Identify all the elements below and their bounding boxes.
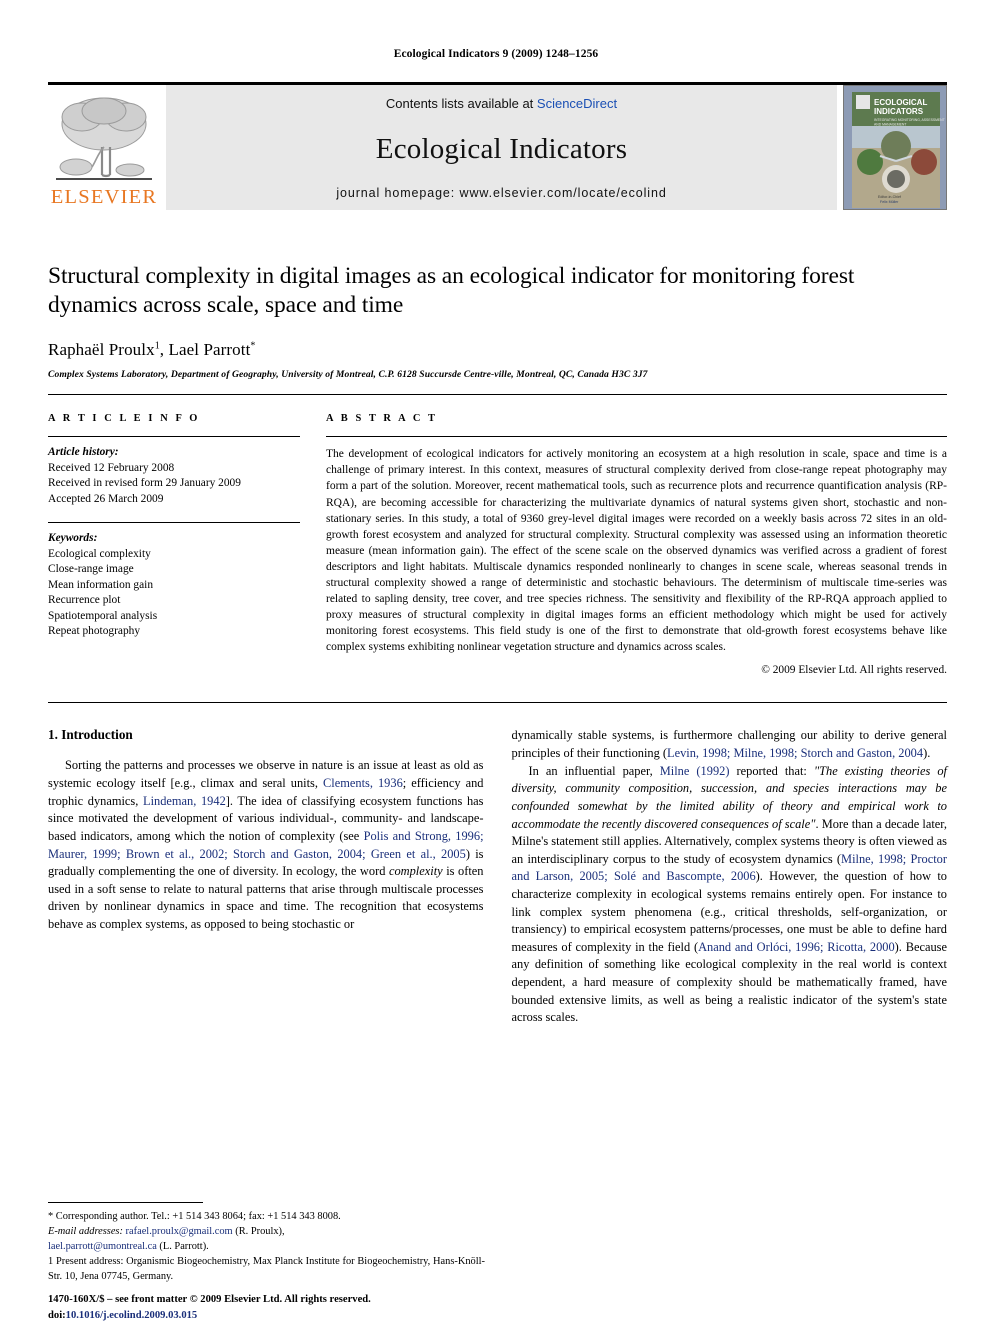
intro-paragraph: In an influential paper, Milne (1992) re…	[511, 763, 948, 1025]
info-abstract-row: A R T I C L E I N F O Article history: R…	[48, 413, 947, 676]
email-link-proulx[interactable]: rafael.proulx@gmail.com	[126, 1226, 233, 1237]
keyword-item: Recurrence plot	[48, 594, 121, 607]
abstract-divider	[48, 702, 947, 704]
elsevier-logo: ELSEVIER	[48, 85, 160, 210]
journal-title: Ecological Indicators	[375, 133, 628, 165]
abstract-heading: A B S T R A C T	[326, 413, 438, 425]
keyword-item: Spatiotemporal analysis	[48, 609, 158, 622]
keywords-rule	[48, 522, 300, 524]
section-heading-introduction: 1. Introduction	[48, 727, 133, 743]
journal-homepage[interactable]: journal homepage: www.elsevier.com/locat…	[166, 186, 837, 200]
article-info-rule	[48, 436, 300, 438]
email2-owner: (L. Parrott).	[156, 1241, 209, 1253]
email1-owner: (R. Proulx),	[232, 1226, 285, 1238]
article-info-heading: A R T I C L E I N F O	[48, 413, 200, 425]
body-column-left: 1. Introduction Sorting the patterns and…	[48, 727, 484, 1026]
email-link-parrott[interactable]: lael.parrott@umontreal.ca	[48, 1241, 157, 1252]
keyword-item: Mean information gain	[48, 578, 154, 591]
elsevier-tree-icon	[52, 91, 156, 185]
footnote-block: * Corresponding author. Tel.: +1 514 343…	[48, 1202, 485, 1285]
history-item: Received in revised form 29 January 2009	[48, 477, 241, 490]
issn-line: 1470-160X/$ – see front matter © 2009 El…	[48, 1294, 371, 1306]
journal-masthead: ELSEVIER Contents lists available at Sci…	[48, 82, 947, 210]
running-head: Ecological Indicators 9 (2009) 1248–1256	[393, 48, 599, 60]
email-addresses-note: E-mail addresses: rafael.proulx@gmail.co…	[48, 1225, 485, 1240]
title-block: Structural complexity in digital images …	[48, 262, 947, 380]
journal-cover-image: ECOLOGICAL INDICATORS INTEGRATING MONITO…	[843, 85, 947, 210]
email-label: E-mail addresses:	[48, 1226, 123, 1238]
contents-available-line: Contents lists available at ScienceDirec…	[386, 96, 617, 111]
abstract-column: A B S T R A C T The development of ecolo…	[326, 413, 947, 676]
doi-label: doi:	[48, 1309, 66, 1321]
article-body: 1. Introduction Sorting the patterns and…	[48, 727, 947, 1026]
doi-line: doi:10.1016/j.ecolind.2009.03.015	[48, 1308, 485, 1323]
history-item: Accepted 26 March 2009	[48, 492, 164, 505]
corresponding-author-note: * Corresponding author. Tel.: +1 514 343…	[48, 1211, 341, 1223]
page-title: Structural complexity in digital images …	[48, 263, 855, 319]
body-column-right: dynamically stable systems, is furthermo…	[512, 727, 948, 1026]
history-item: Received 12 February 2008	[48, 461, 175, 474]
footnote-divider	[48, 1202, 203, 1204]
article-history-label: Article history:	[48, 446, 119, 459]
intro-paragraph: Sorting the patterns and processes we ob…	[48, 758, 484, 931]
sciencedirect-link[interactable]: ScienceDirect	[537, 96, 617, 111]
issn-block: 1470-160X/$ – see front matter © 2009 El…	[48, 1292, 485, 1323]
keyword-item: Ecological complexity	[48, 547, 151, 560]
keywords-group: Keywords: Ecological complexity Close-ra…	[48, 531, 300, 640]
svg-text:ECOLOGICAL: ECOLOGICAL	[874, 98, 927, 107]
author-2-footnote-marker[interactable]: *	[250, 341, 255, 352]
author-separator: ,	[159, 340, 169, 360]
author-list: Raphaël Proulx1, Lael Parrott*	[48, 340, 947, 360]
doi-link[interactable]: 10.1016/j.ecolind.2009.03.015	[66, 1310, 198, 1321]
contents-prefix: Contents lists available at	[385, 96, 537, 111]
present-address-note: 1 Present address: Organismic Biogeochem…	[48, 1256, 485, 1283]
author-affiliation: Complex Systems Laboratory, Department o…	[48, 369, 648, 381]
svg-text:INDICATORS: INDICATORS	[874, 107, 924, 116]
article-history-group: Article history: Received 12 February 20…	[48, 445, 300, 507]
masthead-center: Contents lists available at ScienceDirec…	[166, 85, 837, 210]
svg-text:AND MANAGEMENT: AND MANAGEMENT	[874, 123, 906, 127]
keywords-label: Keywords:	[48, 532, 98, 545]
svg-text:Felix Müller: Felix Müller	[880, 200, 899, 204]
svg-text:Editor-in-Chief: Editor-in-Chief	[878, 195, 901, 199]
email-addresses-note-2: lael.parrott@umontreal.ca (L. Parrott).	[48, 1240, 485, 1255]
copyright-line: © 2009 Elsevier Ltd. All rights reserved…	[761, 664, 947, 677]
elsevier-wordmark: ELSEVIER	[50, 186, 158, 208]
keyword-item: Close-range image	[48, 563, 134, 576]
title-divider	[48, 394, 947, 396]
intro-paragraph: dynamically stable systems, is furthermo…	[511, 728, 948, 761]
article-info-column: A R T I C L E I N F O Article history: R…	[48, 413, 300, 676]
abstract-text: The development of ecological indicators…	[326, 448, 947, 654]
author-2-name: Lael Parrott	[168, 340, 251, 360]
keyword-item: Repeat photography	[48, 625, 141, 638]
article-page: Ecological Indicators 9 (2009) 1248–1256	[0, 0, 992, 1323]
author-1-name: Raphaël Proulx	[48, 340, 155, 360]
abstract-rule	[326, 436, 947, 438]
svg-text:INTEGRATING MONITORING, ASSESS: INTEGRATING MONITORING, ASSESSMENT	[874, 118, 945, 122]
